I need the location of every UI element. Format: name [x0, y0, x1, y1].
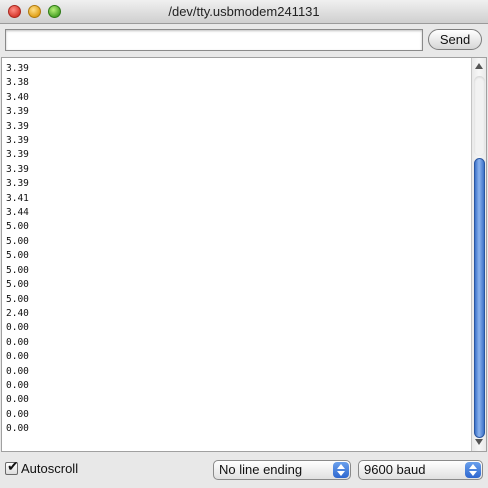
- baud-rate-select[interactable]: 9600 baud: [358, 460, 483, 480]
- autoscroll-checkbox[interactable]: ✔: [5, 458, 19, 475]
- line-ending-select[interactable]: No line ending: [213, 460, 351, 480]
- autoscroll-label: Autoscroll: [21, 461, 79, 476]
- status-bar: ✔ Autoscroll No line ending 9600 baud: [0, 452, 488, 488]
- window-title: /dev/tty.usbmodem241131: [168, 4, 320, 19]
- serial-output-text: 3.39 3.38 3.40 3.39 3.39 3.39 3.39 3.39 …: [6, 63, 29, 435]
- scroll-up-arrow-icon[interactable]: [475, 63, 483, 69]
- serial-output-area[interactable]: 3.39 3.38 3.40 3.39 3.39 3.39 3.39 3.39 …: [1, 57, 487, 452]
- select-stepper-icon: [465, 462, 481, 478]
- serial-input-field[interactable]: [5, 29, 423, 51]
- scroll-thumb[interactable]: [474, 158, 485, 438]
- line-ending-value: No line ending: [219, 462, 303, 477]
- title-bar: /dev/tty.usbmodem241131: [0, 0, 488, 24]
- autoscroll-toggle[interactable]: ✔ Autoscroll: [5, 458, 79, 476]
- scroll-track[interactable]: [474, 76, 485, 156]
- scroll-down-arrow-icon[interactable]: [475, 439, 483, 445]
- send-toolbar: Send: [0, 24, 488, 56]
- checkmark-icon: ✔: [7, 458, 19, 474]
- select-stepper-icon: [333, 462, 349, 478]
- baud-rate-value: 9600 baud: [364, 462, 426, 477]
- send-button[interactable]: Send: [428, 29, 482, 50]
- vertical-scrollbar[interactable]: [471, 58, 486, 451]
